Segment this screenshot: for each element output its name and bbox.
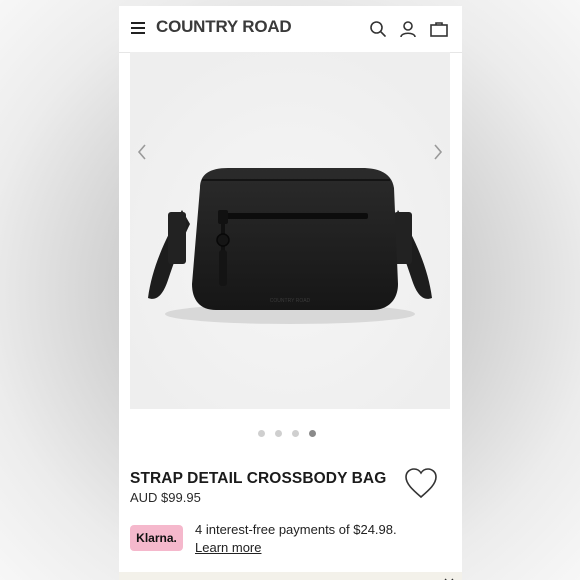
product-price: AUD $99.95 bbox=[130, 490, 201, 505]
carousel-dot-active[interactable] bbox=[309, 430, 316, 437]
product-image-carousel[interactable]: COUNTRY ROAD bbox=[130, 52, 450, 409]
bag-icon[interactable] bbox=[429, 19, 449, 39]
search-icon[interactable] bbox=[368, 19, 388, 39]
carousel-next-arrow[interactable] bbox=[430, 142, 446, 162]
top-navigation-bar: COUNTRY ROAD bbox=[119, 6, 462, 53]
product-page: COUNTRY ROAD COUNTRY ROAD STRAP DETAIL C… bbox=[119, 6, 462, 580]
learn-more-link[interactable]: Learn more bbox=[195, 540, 261, 555]
carousel-dot[interactable] bbox=[258, 430, 265, 437]
carousel-dot[interactable] bbox=[292, 430, 299, 437]
bottom-panel-edge bbox=[119, 572, 462, 580]
klarna-message: 4 interest-free payments of $24.98. bbox=[195, 522, 397, 537]
carousel-dot[interactable] bbox=[275, 430, 282, 437]
wishlist-heart-icon[interactable] bbox=[403, 466, 439, 500]
product-image: COUNTRY ROAD bbox=[130, 52, 450, 409]
carousel-pagination bbox=[258, 430, 328, 440]
account-icon[interactable] bbox=[398, 19, 418, 39]
klarna-badge: Klarna. bbox=[130, 525, 183, 551]
product-title: STRAP DETAIL CROSSBODY BAG bbox=[130, 470, 387, 487]
brand-logo[interactable]: COUNTRY ROAD bbox=[156, 17, 292, 37]
chevron-down-icon[interactable] bbox=[444, 572, 454, 580]
menu-icon[interactable] bbox=[131, 22, 145, 34]
carousel-prev-arrow[interactable] bbox=[134, 142, 150, 162]
embossed-logo: COUNTRY ROAD bbox=[270, 298, 311, 304]
